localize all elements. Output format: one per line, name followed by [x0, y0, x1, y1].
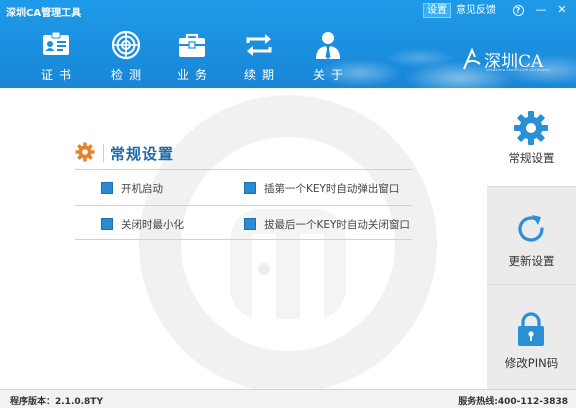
settings-sidebar: 常规设置 更新设置 修改PIN码 [487, 88, 576, 389]
sidebar-item-update[interactable]: 更新设置 [487, 186, 576, 284]
gear-icon [75, 142, 95, 162]
sidebar-item-label: 修改PIN码 [504, 356, 559, 370]
nav-item-about[interactable]: 关于 [298, 26, 358, 88]
radar-target-icon [111, 30, 141, 60]
minimize-button[interactable]: — [533, 2, 549, 18]
status-bar: 程序版本：2.1.0.8TY 服务热线:400-112-3838 [0, 389, 576, 408]
sidebar-item-general[interactable]: 常规设置 [487, 88, 576, 186]
nav-label: 续期 [243, 68, 280, 82]
briefcase-icon [179, 33, 205, 57]
version-text: 程序版本：2.1.0.8TY [10, 397, 103, 407]
checkbox-icon[interactable] [101, 218, 113, 230]
renew-arrows-icon [246, 34, 272, 56]
gear-icon [514, 111, 548, 145]
panel-divider-line [75, 205, 412, 206]
nav-item-check[interactable]: 检测 [96, 26, 156, 88]
checkbox-icon[interactable] [244, 182, 256, 194]
panel-divider-line [75, 169, 412, 170]
checkbox-icon[interactable] [101, 182, 113, 194]
sidebar-item-label: 更新设置 [508, 254, 555, 268]
settings-link[interactable]: 设置 [423, 3, 451, 18]
option-label: 开机启动 [121, 183, 163, 195]
hotline-text: 服务热线:400-112-3838 [458, 397, 568, 407]
help-button[interactable]: ? [510, 2, 526, 18]
title-bar[interactable]: 深圳CA管理工具 设置 意见反馈 ? — ✕ [0, 0, 576, 20]
option-label: 插第一个KEY时自动弹出窗口 [264, 183, 400, 195]
window-title: 深圳CA管理工具 [6, 8, 82, 19]
user-profile-icon [316, 32, 340, 59]
nav-item-certificate[interactable]: 证书 [26, 26, 86, 88]
panel-header: 常规设置 [75, 138, 412, 168]
option-label: 关闭时最小化 [121, 219, 184, 231]
feedback-link[interactable]: 意见反馈 [453, 3, 499, 18]
ca-logo-icon [463, 47, 481, 70]
title-divider [103, 144, 104, 162]
padlock-icon [518, 312, 544, 346]
app-header: 深圳CA管理工具 设置 意见反馈 ? — ✕ 证书 检测 业务 续期 关于 深圳… [0, 0, 576, 88]
close-button[interactable]: ✕ [554, 2, 570, 18]
refresh-icon [518, 215, 544, 242]
option-label: 拔最后一个KEY时自动关闭窗口 [264, 219, 410, 231]
nav-label: 证书 [40, 68, 77, 82]
panel-title: 常规设置 [110, 145, 175, 163]
help-icon: ? [512, 5, 524, 16]
sidebar-item-label: 常规设置 [508, 151, 555, 165]
panel-divider-line [75, 239, 412, 240]
checkbox-icon[interactable] [244, 218, 256, 230]
brand-subtitle: SHENZHEN CERTIFICATE AUTHORITY [486, 68, 550, 72]
certificate-card-icon [43, 31, 69, 55]
nav-label: 关于 [312, 68, 349, 82]
nav-item-business[interactable]: 业务 [162, 26, 222, 88]
nav-item-renew[interactable]: 续期 [229, 26, 289, 88]
nav-label: 检测 [110, 68, 147, 82]
nav-label: 业务 [176, 68, 213, 82]
sidebar-item-change-pin[interactable]: 修改PIN码 [487, 284, 576, 389]
